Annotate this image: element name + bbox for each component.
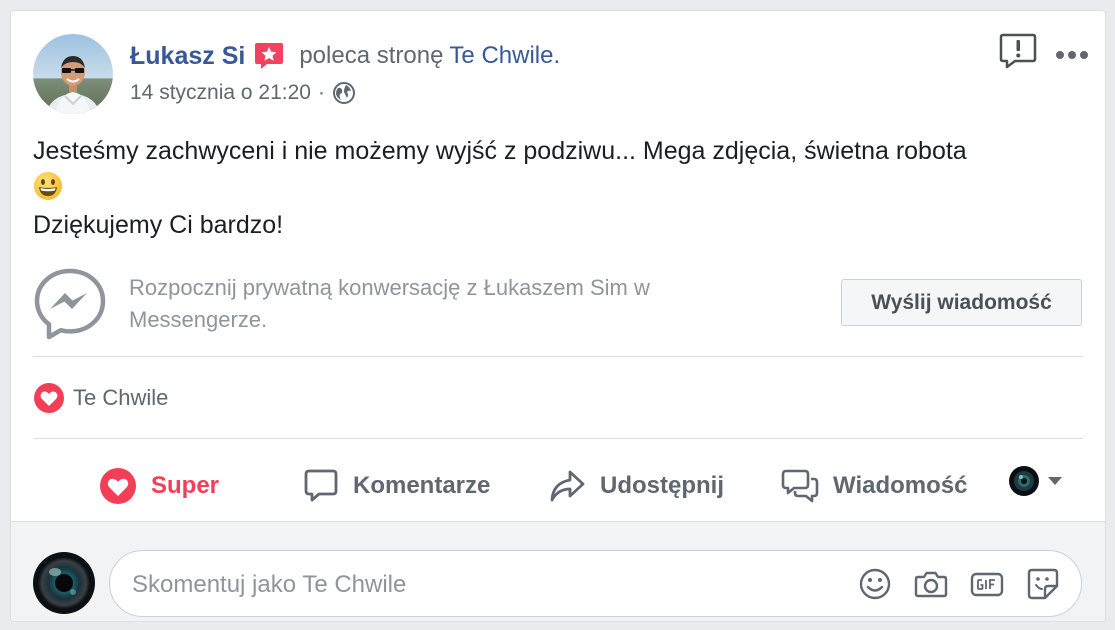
author-name[interactable]: Łukasz Si: [130, 42, 245, 71]
share-label: Udostępnij: [600, 472, 724, 499]
grinning-emoji-icon: [33, 171, 63, 201]
meta-separator: ·: [317, 81, 325, 104]
comment-input[interactable]: Skomentuj jako Te Chwile: [109, 550, 1082, 617]
post-meta: 14 stycznia o 21:20 ·: [130, 81, 356, 105]
comment-button[interactable]: Komentarze: [303, 455, 490, 517]
messenger-prompt: Rozpocznij prywatną konwersację z Łukasz…: [129, 275, 650, 332]
post-timestamp[interactable]: 14 stycznia o 21:20: [130, 81, 311, 105]
page-link[interactable]: Te Chwile.: [449, 42, 560, 70]
post-card: Łukasz Si poleca stronę Te Chwile. 14 st…: [10, 10, 1106, 622]
message-label: Wiadomość: [833, 472, 968, 499]
love-button[interactable]: Super: [99, 455, 219, 517]
post-header: Łukasz Si poleca stronę Te Chwile.: [130, 38, 560, 74]
more-options-icon[interactable]: [1055, 47, 1089, 59]
page-avatar-small: [1009, 466, 1039, 496]
post-body-line2: Dziękujemy Ci bardzo!: [33, 211, 284, 239]
audience-selector[interactable]: [1009, 466, 1063, 496]
action-text: poleca stronę: [299, 42, 444, 69]
gif-icon[interactable]: [970, 567, 1004, 601]
post-body-line1: Jesteśmy zachwyceni i nie możemy wyjść z…: [33, 137, 967, 165]
author-avatar[interactable]: [33, 34, 113, 114]
commenter-avatar[interactable]: [33, 552, 95, 614]
recommend-star-badge-icon: [253, 40, 285, 72]
share-button[interactable]: Udostępnij: [548, 455, 724, 517]
globe-icon[interactable]: [332, 81, 356, 105]
comment-placeholder: Skomentuj jako Te Chwile: [132, 571, 407, 598]
share-icon: [550, 470, 585, 502]
love-label: Super: [151, 472, 220, 499]
emoji-icon[interactable]: [858, 567, 892, 601]
message-button[interactable]: Wiadomość: [781, 455, 967, 517]
action-bar: Super Komentarze Udostępnij Wiadomość: [33, 455, 1093, 517]
camera-icon[interactable]: [914, 567, 948, 601]
comment-label: Komentarze: [353, 472, 491, 499]
comment-icon: [304, 469, 338, 502]
message-icon: [781, 469, 819, 503]
report-icon[interactable]: [999, 32, 1037, 70]
chevron-down-icon: [1048, 477, 1062, 485]
divider: [33, 356, 1083, 357]
heart-reaction-icon: [33, 382, 65, 414]
reactions-label: Te Chwile: [73, 385, 169, 410]
reactions-summary[interactable]: Te Chwile: [33, 383, 168, 413]
sticker-icon[interactable]: [1026, 567, 1060, 601]
divider: [33, 438, 1083, 439]
post-body: Jesteśmy zachwyceni i nie możemy wyjść z…: [33, 133, 1093, 244]
comment-composer: Skomentuj jako Te Chwile: [11, 521, 1105, 621]
messenger-icon: [33, 267, 107, 341]
send-message-button[interactable]: Wyślij wiadomość: [841, 279, 1082, 326]
heart-icon: [100, 468, 136, 504]
post-body-emoji-line: [33, 170, 1093, 207]
